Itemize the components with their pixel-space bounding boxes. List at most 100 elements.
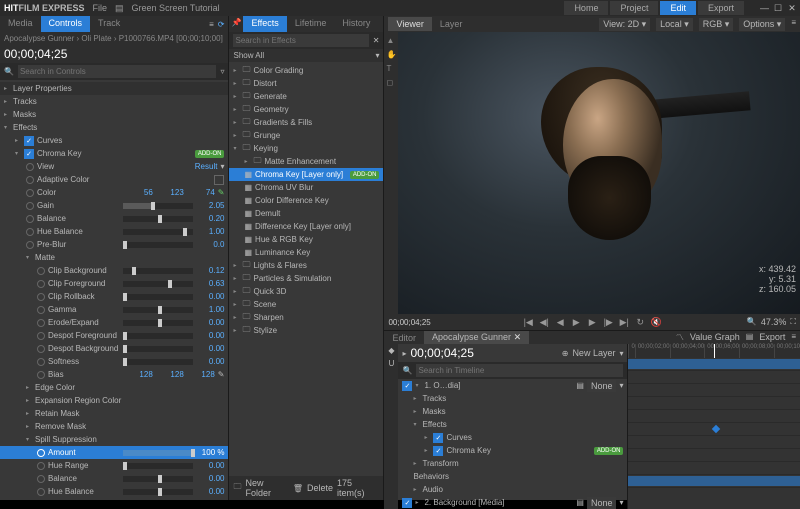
- effect-chroma-key[interactable]: ▦Chroma Key [Layer only]ADD-ON: [229, 168, 383, 181]
- panel-menu-icon[interactable]: ≡: [791, 332, 796, 343]
- u-icon[interactable]: U: [389, 359, 395, 368]
- doc-icon: ▤: [115, 3, 124, 14]
- controls-tree[interactable]: ▸Layer Properties ▸Tracks ▸Masks ▾Effect…: [0, 80, 228, 500]
- select-tool-icon[interactable]: ▲: [386, 36, 396, 46]
- prev-frame-icon[interactable]: ◀|: [538, 317, 550, 328]
- amount-slider[interactable]: [123, 450, 193, 456]
- dropdown-icon[interactable]: ▾: [375, 51, 379, 60]
- eyedropper-icon[interactable]: ✎: [218, 370, 225, 379]
- viewer: ▲ ✋ T ◻ 2D x: 439.42 y: 5.31: [384, 32, 800, 314]
- balance-slider[interactable]: [123, 216, 193, 222]
- time-ruler[interactable]: 0 00;00;02;00 00;00;04;00 00;00;06;00 00…: [628, 344, 800, 358]
- tab-history[interactable]: History: [334, 16, 378, 32]
- blend-dropdown[interactable]: None: [587, 380, 617, 392]
- tab-lifetime[interactable]: Lifetime: [287, 16, 335, 32]
- tab-effects[interactable]: Effects: [243, 16, 286, 32]
- step-back-icon[interactable]: ◀: [554, 317, 566, 328]
- panel-menu-icon[interactable]: ≡: [791, 18, 796, 31]
- export-button[interactable]: Export: [759, 332, 785, 343]
- curves-checkbox[interactable]: ✓: [24, 136, 34, 146]
- graph-icon[interactable]: 〽: [676, 332, 684, 343]
- search-timeline-input[interactable]: [416, 364, 623, 377]
- tab-edit[interactable]: Edit: [660, 1, 696, 15]
- filter-icon[interactable]: ▿: [220, 67, 224, 76]
- tc-menu-icon[interactable]: ▸: [402, 349, 406, 358]
- expand-icon[interactable]: ▸: [4, 85, 10, 92]
- tab-layer[interactable]: Layer: [432, 17, 471, 31]
- loop-icon[interactable]: ↻: [634, 317, 646, 328]
- eyedropper-icon[interactable]: ✎: [218, 188, 225, 197]
- new-layer-button[interactable]: New Layer: [572, 348, 615, 358]
- clear-icon[interactable]: ✕: [373, 36, 380, 45]
- step-fwd-icon[interactable]: ▶: [586, 317, 598, 328]
- next-frame-icon[interactable]: |▶: [602, 317, 614, 328]
- huebal-slider[interactable]: [123, 229, 193, 235]
- viewer-canvas[interactable]: x: 439.42 y: 5.31 z: 160.05: [398, 32, 800, 314]
- delete-icon[interactable]: 🗑: [293, 484, 303, 493]
- space-dropdown[interactable]: Local ▾: [656, 18, 693, 31]
- effects-panel: 📌 Effects Lifetime History Text ≡ ✕ Show…: [229, 16, 384, 500]
- play-icon[interactable]: ▶: [570, 317, 582, 328]
- app-logo: HITFILM EXPRESS: [4, 3, 85, 14]
- minimize-icon[interactable]: —: [760, 3, 768, 14]
- menu-file[interactable]: File: [93, 3, 108, 13]
- close-icon[interactable]: ✕: [788, 3, 796, 14]
- panel-menu-icon[interactable]: ≡: [209, 20, 214, 29]
- tab-export[interactable]: Export: [698, 1, 744, 15]
- channel-dropdown[interactable]: RGB ▾: [699, 18, 734, 31]
- tab-viewer[interactable]: Viewer: [388, 17, 431, 31]
- zoom-level[interactable]: 47.3%: [761, 317, 787, 327]
- export-icon[interactable]: ▤: [746, 332, 754, 343]
- tab-comp[interactable]: Apocalypse Gunner ✕: [424, 331, 529, 344]
- editor-timecode[interactable]: 00;00;04;25: [411, 346, 474, 360]
- search-icon: 🔍: [4, 67, 14, 76]
- tab-media[interactable]: Media: [0, 16, 41, 32]
- timeline-panel: Editor Apocalypse Gunner ✕ 〽 Value Graph…: [384, 330, 800, 500]
- window-controls: — ☐ ✕: [760, 3, 796, 14]
- cursor-coords: x: 439.42 y: 5.31 z: 160.05: [759, 264, 796, 294]
- view-mode-dropdown[interactable]: View: 2D ▾: [599, 18, 650, 31]
- preblur-slider[interactable]: [123, 242, 193, 248]
- fx-icon: ▦: [244, 170, 252, 179]
- marker-icon[interactable]: ◆: [388, 346, 394, 355]
- text-tool-icon[interactable]: T: [386, 64, 396, 74]
- add-icon[interactable]: ⊕: [562, 349, 569, 358]
- gain-slider[interactable]: [123, 203, 193, 209]
- tab-project[interactable]: Project: [610, 1, 658, 15]
- fullscreen-icon[interactable]: ⛶: [790, 317, 796, 327]
- goto-start-icon[interactable]: |◀: [522, 317, 534, 328]
- options-dropdown[interactable]: Options ▾: [739, 18, 785, 31]
- controls-panel: Media Controls Track ≡ ⟳ Apocalypse Gunn…: [0, 16, 229, 500]
- doc-name[interactable]: Green Screen Tutorial: [132, 3, 220, 13]
- timeline[interactable]: 0 00;00;02;00 00;00;04;00 00;00;06;00 00…: [628, 344, 800, 509]
- new-folder-button[interactable]: New Folder: [245, 478, 288, 498]
- hand-tool-icon[interactable]: ✋: [386, 50, 396, 60]
- timecode[interactable]: 00;00;04;25: [0, 45, 228, 63]
- breadcrumb[interactable]: Apocalypse Gunner › Oli Plate › P1000766…: [0, 32, 228, 45]
- value-graph-button[interactable]: Value Graph: [690, 332, 740, 343]
- adaptive-checkbox[interactable]: [214, 175, 224, 185]
- goto-end-icon[interactable]: ▶|: [618, 317, 630, 328]
- search-controls-input[interactable]: [18, 65, 217, 78]
- transport-timecode[interactable]: 00;00;04;25: [388, 318, 430, 327]
- tab-home[interactable]: Home: [564, 1, 608, 15]
- tab-track[interactable]: Track: [90, 16, 128, 32]
- mask-tool-icon[interactable]: ◻: [386, 78, 396, 88]
- sync-icon[interactable]: ⟳: [218, 20, 225, 29]
- effects-tree[interactable]: ▸🗀Color Grading ▸🗀Distort ▸🗀Generate ▸🗀G…: [229, 62, 383, 476]
- titlebar: HITFILM EXPRESS File ▤ Green Screen Tuto…: [0, 0, 800, 16]
- folder-icon: 🗀: [242, 64, 250, 78]
- tab-editor[interactable]: Editor: [384, 332, 424, 344]
- addon-badge: ADD-ON: [195, 150, 225, 158]
- delete-button[interactable]: Delete: [307, 483, 333, 493]
- maximize-icon[interactable]: ☐: [774, 3, 782, 14]
- chroma-checkbox[interactable]: ✓: [24, 149, 34, 159]
- dropdown-icon[interactable]: ▾: [220, 162, 224, 171]
- mute-icon[interactable]: 🔇: [650, 317, 662, 328]
- pin-icon[interactable]: 📌: [229, 16, 243, 32]
- zoom-icon[interactable]: 🔍: [747, 317, 757, 327]
- search-effects-input[interactable]: [233, 34, 368, 47]
- transport-bar: 00;00;04;25 |◀ ◀| ◀ ▶ ▶ |▶ ▶| ↻ 🔇 🔍 47.3…: [384, 314, 800, 330]
- new-folder-icon[interactable]: 🗀: [233, 481, 241, 495]
- tab-controls[interactable]: Controls: [41, 16, 91, 32]
